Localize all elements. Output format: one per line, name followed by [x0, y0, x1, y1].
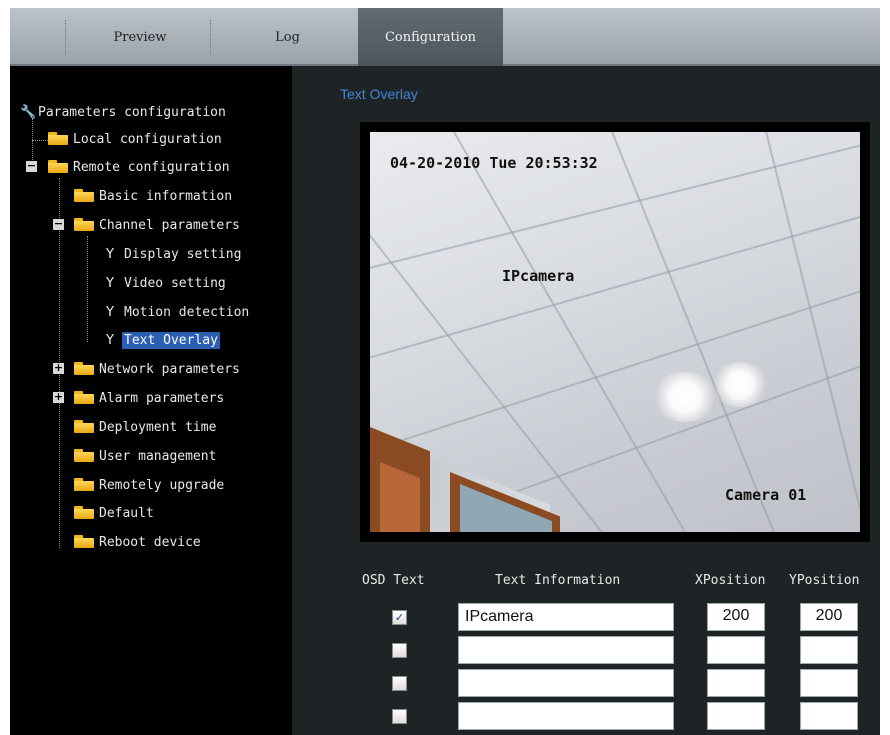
osd-camera-name: Camera 01	[725, 486, 807, 504]
tab-configuration[interactable]: Configuration	[358, 8, 503, 66]
sidebar-item-display-setting[interactable]: Y Display setting	[106, 244, 243, 266]
folder-icon	[74, 535, 94, 548]
osd-checkbox[interactable]	[392, 643, 407, 658]
collapse-icon[interactable]: −	[26, 160, 37, 172]
osd-timestamp: 04-20-2010 Tue 20:53:32	[390, 154, 598, 172]
tab-log[interactable]: Log	[215, 8, 360, 64]
yposition-input[interactable]	[800, 702, 858, 730]
yposition-input[interactable]	[800, 669, 858, 697]
text-information-input[interactable]	[458, 669, 674, 697]
page-title: Text Overlay	[340, 86, 418, 102]
folder-icon	[74, 420, 94, 433]
table-row	[292, 636, 880, 668]
sidebar-item-default[interactable]: Default	[74, 503, 156, 525]
header-yposition: YPosition	[789, 573, 860, 588]
table-row: ✓ IPcamera 200 200	[292, 603, 880, 635]
sidebar-item-remote-configuration[interactable]: Remote configuration	[48, 157, 232, 179]
sidebar-item-text-overlay[interactable]: Y Text Overlay	[106, 330, 220, 352]
tab-bar: Preview Log Configuration	[10, 8, 880, 66]
folder-icon	[74, 189, 94, 202]
osd-checkbox[interactable]	[392, 709, 407, 724]
osd-checkbox[interactable]: ✓	[392, 610, 407, 625]
xposition-input[interactable]	[707, 636, 765, 664]
tree-line	[87, 236, 88, 342]
sidebar-item-alarm-parameters[interactable]: Alarm parameters	[74, 388, 226, 410]
sidebar-item-basic-information[interactable]: Basic information	[74, 186, 234, 208]
expand-icon[interactable]: +	[53, 391, 64, 403]
wrench-icon: Y	[106, 276, 114, 291]
sidebar-item-channel-parameters[interactable]: Channel parameters	[74, 215, 242, 237]
sidebar-item-user-management[interactable]: User management	[74, 446, 218, 468]
sidebar-item-network-parameters[interactable]: Network parameters	[74, 359, 242, 381]
xposition-input[interactable]: 200	[707, 603, 765, 631]
text-information-input[interactable]	[458, 636, 674, 664]
osd-overlay-text: IPcamera	[502, 267, 575, 285]
ceiling-line	[602, 132, 800, 532]
folder-icon	[48, 160, 68, 173]
camera-image: 04-20-2010 Tue 20:53:32 IPcamera Camera …	[370, 132, 860, 532]
wrench-icon: Y	[106, 333, 114, 348]
folder-icon	[74, 362, 94, 375]
sidebar-tree: 🔧 Parameters configuration Local configur…	[10, 66, 292, 735]
yposition-input[interactable]	[800, 636, 858, 664]
xposition-input[interactable]	[707, 669, 765, 697]
sidebar-item-video-setting[interactable]: Y Video setting	[106, 273, 228, 295]
folder-icon	[74, 391, 94, 404]
osd-checkbox[interactable]	[392, 676, 407, 691]
app-frame: Preview Log Configuration 🔧 Parameters co…	[10, 8, 880, 735]
xposition-input[interactable]	[707, 702, 765, 730]
wrench-icon: Y	[106, 247, 114, 262]
folder-icon	[74, 506, 94, 519]
header-text-information: Text Information	[495, 573, 621, 588]
tab-separator	[210, 20, 212, 54]
text-information-input[interactable]	[458, 702, 674, 730]
folder-icon	[74, 478, 94, 491]
ceiling-line	[757, 132, 860, 532]
folder-icon	[74, 449, 94, 462]
ceiling-line	[370, 266, 860, 460]
sidebar-item-motion-detection[interactable]: Y Motion detection	[106, 302, 251, 324]
sidebar-item-local-configuration[interactable]: Local configuration	[48, 129, 224, 151]
main-panel: Text Overlay 04-20-2010 Tue 20:53:32 IPc…	[292, 66, 880, 735]
text-information-input[interactable]: IPcamera	[458, 603, 674, 631]
ceiling-light	[710, 362, 770, 407]
collapse-icon[interactable]: −	[53, 218, 64, 230]
table-row	[292, 669, 880, 701]
ceiling-line	[370, 199, 860, 367]
table-row	[292, 702, 880, 734]
sidebar-item-remotely-upgrade[interactable]: Remotely upgrade	[74, 475, 226, 497]
wrench-icon: Y	[106, 305, 114, 320]
wrench-icon: 🔧	[20, 105, 37, 120]
sidebar-item-parameters-configuration[interactable]: 🔧 Parameters configuration	[20, 102, 228, 124]
tab-preview[interactable]: Preview	[65, 8, 215, 64]
header-osd-text: OSD Text	[362, 573, 425, 588]
yposition-input[interactable]: 200	[800, 603, 858, 631]
header-xposition: XPosition	[695, 573, 766, 588]
sidebar-item-reboot-device[interactable]: Reboot device	[74, 532, 203, 554]
folder-icon	[48, 132, 68, 145]
expand-icon[interactable]: +	[53, 362, 64, 374]
sidebar-item-deployment-time[interactable]: Deployment time	[74, 417, 218, 439]
folder-icon	[74, 218, 94, 231]
video-preview: 04-20-2010 Tue 20:53:32 IPcamera Camera …	[360, 122, 870, 542]
